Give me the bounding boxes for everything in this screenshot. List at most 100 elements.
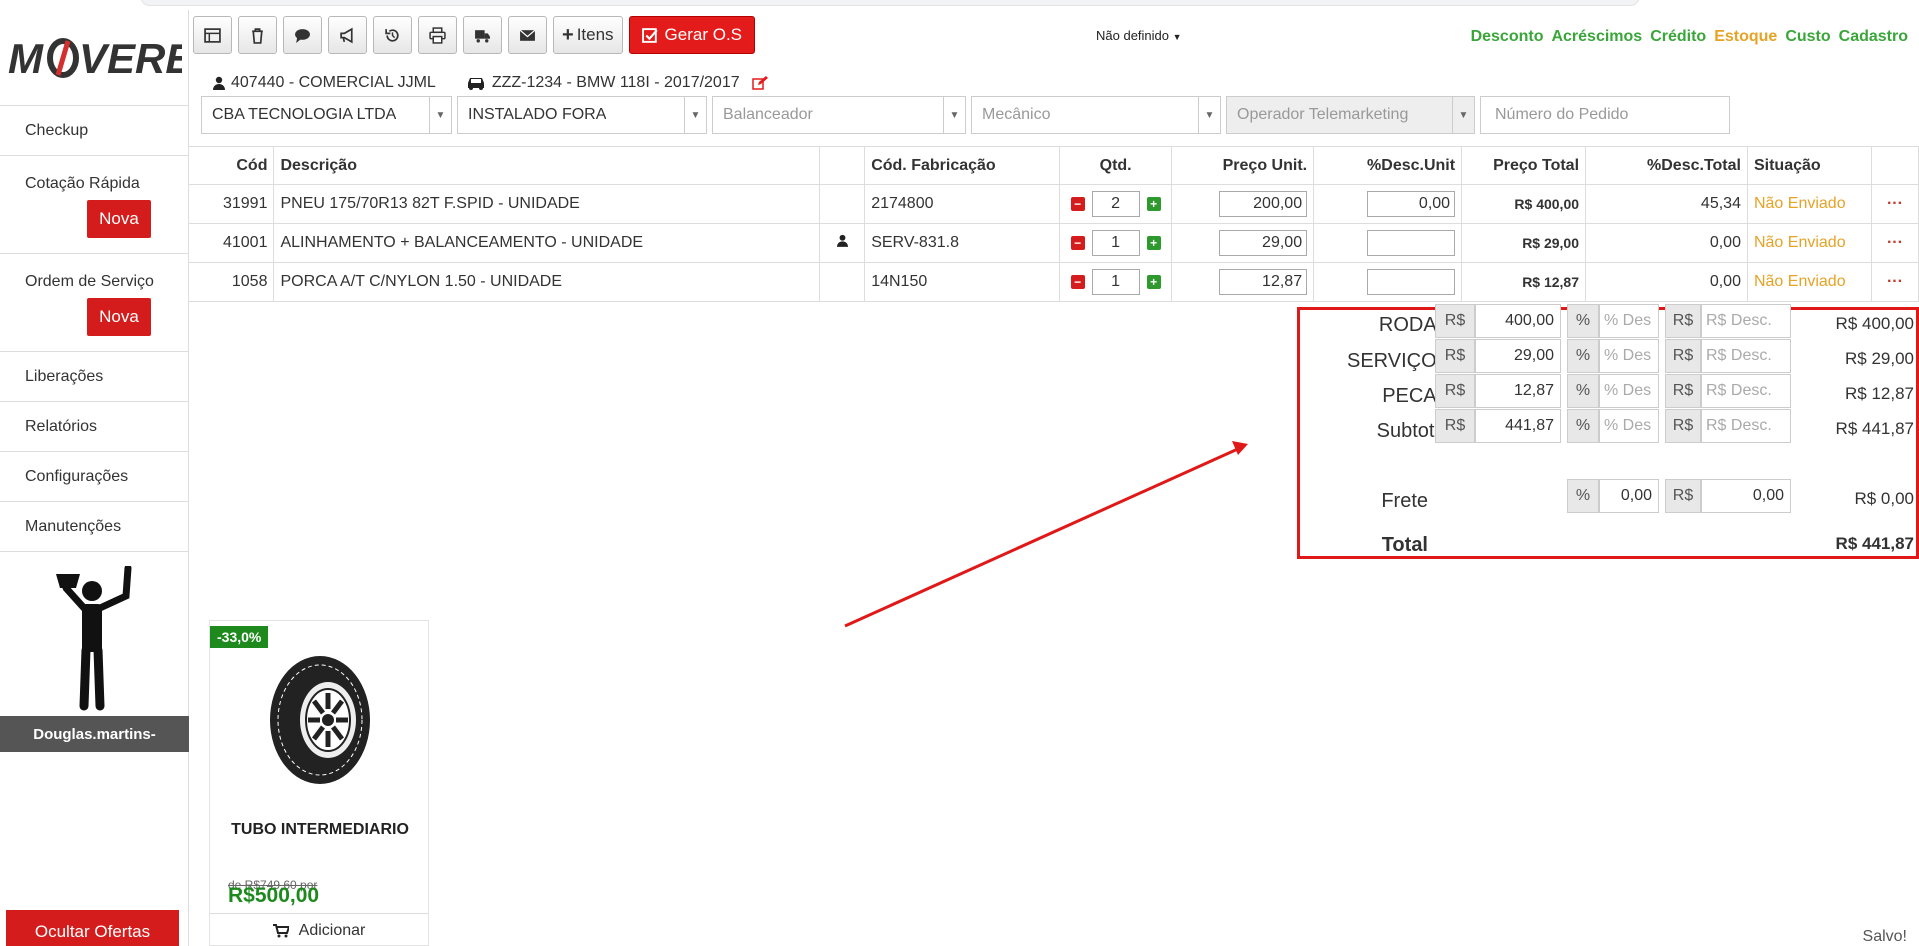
- col-desc-total[interactable]: %Desc.Total: [1585, 146, 1748, 185]
- client-info[interactable]: 407440 - COMERCIAL JJML: [213, 74, 436, 92]
- link-cadastro[interactable]: Cadastro: [1839, 28, 1908, 46]
- frete-rs-input[interactable]: 0,00: [1701, 479, 1791, 513]
- col-cod[interactable]: Cód: [189, 146, 275, 185]
- address-bar: [140, 0, 1640, 6]
- ocultar-ofertas-button[interactable]: Ocultar Ofertas: [6, 910, 179, 946]
- plus-icon[interactable]: +: [1146, 197, 1161, 211]
- cell-preco: 12,87: [1171, 262, 1315, 302]
- client-name: 407440 - COMERCIAL JJML: [231, 74, 436, 91]
- pedido-input[interactable]: Número do Pedido: [1480, 96, 1730, 134]
- value-input[interactable]: 441,87: [1475, 409, 1561, 443]
- link-estoque[interactable]: Estoque: [1714, 28, 1777, 46]
- link-credito[interactable]: Crédito: [1650, 28, 1706, 46]
- print-button[interactable]: [418, 16, 457, 54]
- more-icon[interactable]: ···: [1871, 262, 1919, 302]
- value-input[interactable]: 29,00: [1475, 339, 1561, 373]
- link-desconto[interactable]: Desconto: [1471, 28, 1544, 46]
- col-cod-fab[interactable]: Cód. Fabricação: [864, 146, 1061, 185]
- value-input[interactable]: 12,87: [1475, 374, 1561, 408]
- col-descricao[interactable]: Descrição: [273, 146, 821, 185]
- qty-input[interactable]: 1: [1091, 230, 1140, 256]
- offer-card[interactable]: -33,0% TUBO INTERMEDIARIO de R$749,60 po…: [209, 620, 429, 946]
- total-row-label: RODAS: [1378, 314, 1450, 336]
- history-button[interactable]: [373, 16, 412, 54]
- sidebar-item-checkup[interactable]: Checkup: [0, 106, 188, 156]
- grand-total: R$ 441,87: [1835, 534, 1914, 553]
- link-custo[interactable]: Custo: [1785, 28, 1830, 46]
- sidebar-item-configuracoes[interactable]: Configurações: [0, 452, 188, 502]
- desc-unit-input[interactable]: [1367, 269, 1456, 295]
- select-row: CBA TECNOLOGIA LTDA ▼ INSTALADO FORA ▼ Bal…: [201, 96, 1730, 134]
- chevron-down-icon: ▼: [684, 97, 706, 133]
- instalacao-select[interactable]: INSTALADO FORA ▼: [457, 96, 707, 134]
- minus-icon[interactable]: −: [1070, 236, 1085, 250]
- col-qtd[interactable]: Qtd.: [1059, 146, 1173, 185]
- pct-addon: %: [1567, 479, 1599, 513]
- preco-input[interactable]: 200,00: [1219, 191, 1308, 217]
- minus-icon[interactable]: −: [1070, 197, 1085, 211]
- status-dropdown[interactable]: Não definido ▼: [1096, 28, 1182, 43]
- announce-button[interactable]: [328, 16, 367, 54]
- user-icon: [213, 76, 225, 90]
- rs-desc-input[interactable]: R$ Desc.: [1701, 339, 1791, 373]
- mecanico-select[interactable]: Mecânico ▼: [971, 96, 1221, 134]
- col-desc-unit[interactable]: %Desc.Unit: [1313, 146, 1463, 185]
- value-input[interactable]: 400,00: [1475, 304, 1561, 338]
- qty-input[interactable]: 2: [1091, 191, 1140, 217]
- link-acrescimos[interactable]: Acréscimos: [1551, 28, 1642, 46]
- pct-desc-input[interactable]: % Des: [1599, 304, 1659, 338]
- pct-desc-input[interactable]: % Des: [1599, 374, 1659, 408]
- plus-icon[interactable]: +: [1146, 275, 1161, 289]
- plus-icon[interactable]: +: [1146, 236, 1161, 250]
- table-row: 41001 ALINHAMENTO + BALANCEAMENTO - UNID…: [189, 223, 1919, 263]
- cell-total: R$ 12,87: [1461, 262, 1587, 302]
- rs-desc-input[interactable]: R$ Desc.: [1701, 409, 1791, 443]
- more-icon[interactable]: ···: [1871, 223, 1919, 263]
- totals-panel: RODAS R$ 400,00 % % Des R$ R$ Desc. R$ 4…: [1297, 304, 1919, 559]
- add-items-button[interactable]: + Itens: [553, 16, 623, 54]
- movere-logo[interactable]: M VERE: [0, 10, 188, 106]
- rs-desc-input[interactable]: R$ Desc.: [1701, 374, 1791, 408]
- col-situacao[interactable]: Situação: [1747, 146, 1872, 185]
- rs-desc-input[interactable]: R$ Desc.: [1701, 304, 1791, 338]
- sidebar-item-cotacao[interactable]: Cotação Rápida Nova: [0, 156, 188, 254]
- sidebar-item-ordem[interactable]: Ordem de Serviço Nova: [0, 254, 188, 352]
- minus-icon[interactable]: −: [1070, 275, 1085, 289]
- offer-price: R$500,00: [228, 884, 320, 907]
- nova-cotacao-button[interactable]: Nova: [87, 200, 151, 238]
- select-placeholder: Balanceador: [723, 106, 813, 123]
- user-name-bar[interactable]: Douglas.martins-: [0, 716, 189, 752]
- comment-button[interactable]: [283, 16, 322, 54]
- preco-input[interactable]: 29,00: [1219, 230, 1308, 256]
- desc-unit-input[interactable]: 0,00: [1367, 191, 1456, 217]
- qty-input[interactable]: 1: [1091, 269, 1140, 295]
- col-preco-unit[interactable]: Preço Unit.: [1171, 146, 1315, 185]
- preco-input[interactable]: 12,87: [1219, 269, 1308, 295]
- edit-icon[interactable]: [751, 76, 768, 90]
- pct-desc-input[interactable]: % Des: [1599, 339, 1659, 373]
- vehicle-info[interactable]: ZZZ-1234 - BMW 118I - 2017/2017: [466, 74, 768, 92]
- sidebar-item-relatorios[interactable]: Relatórios: [0, 402, 188, 452]
- more-icon[interactable]: ···: [1871, 184, 1919, 224]
- gerar-os-button[interactable]: Gerar O.S: [628, 16, 756, 54]
- cell-cod: 31991: [189, 184, 275, 224]
- nova-ordem-button[interactable]: Nova: [87, 298, 151, 336]
- pct-desc-input[interactable]: % Des: [1599, 409, 1659, 443]
- list-button[interactable]: [193, 16, 232, 54]
- cell-desc: PNEU 175/70R13 82T F.SPID - UNIDADE: [273, 184, 821, 224]
- add-offer-button[interactable]: Adicionar: [210, 913, 428, 946]
- cell-situacao: Não Enviado: [1747, 184, 1872, 224]
- user-icon[interactable]: [836, 234, 848, 247]
- sidebar-item-liberacoes[interactable]: Liberações: [0, 352, 188, 402]
- col-preco-total[interactable]: Preço Total: [1461, 146, 1587, 185]
- rs-addon: R$: [1665, 339, 1701, 373]
- balanceador-select[interactable]: Balanceador ▼: [712, 96, 966, 134]
- sidebar-item-manutencoes[interactable]: Manutenções: [0, 502, 188, 552]
- empresa-select[interactable]: CBA TECNOLOGIA LTDA ▼: [201, 96, 452, 134]
- frete-pct-input[interactable]: 0,00: [1599, 479, 1659, 513]
- cart-icon: [272, 923, 289, 937]
- email-button[interactable]: [508, 16, 547, 54]
- desc-unit-input[interactable]: [1367, 230, 1456, 256]
- delivery-button[interactable]: [463, 16, 502, 54]
- delete-button[interactable]: [238, 16, 277, 54]
